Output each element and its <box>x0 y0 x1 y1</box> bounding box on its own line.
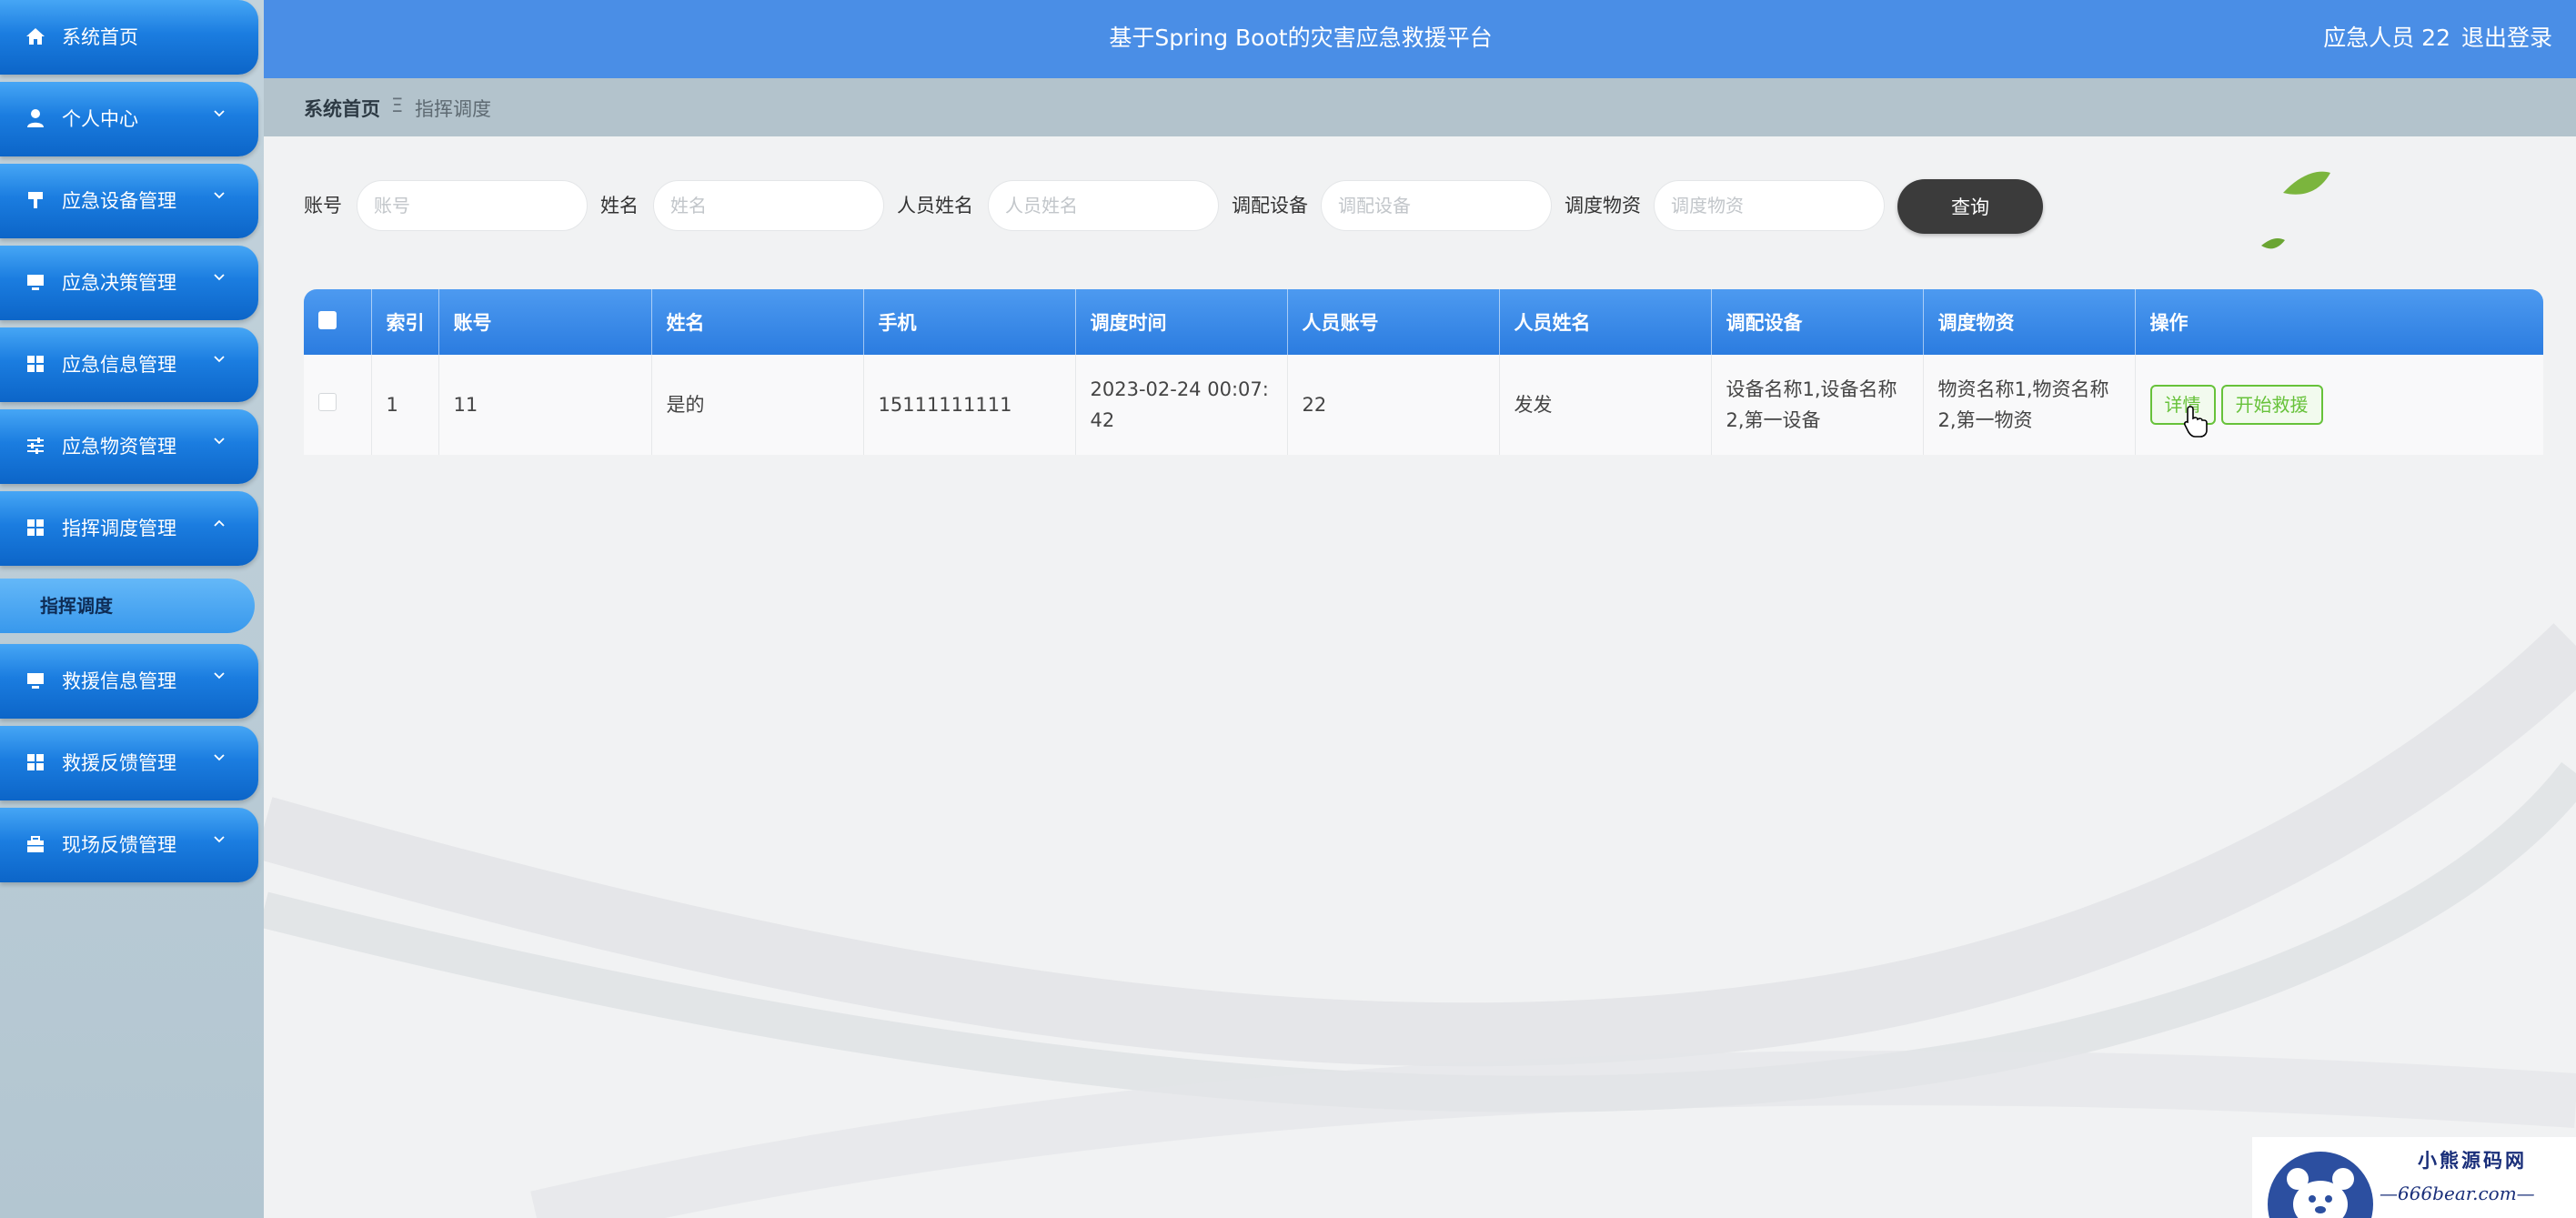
chevron-up-icon <box>214 519 225 527</box>
name-search-input[interactable] <box>653 180 884 231</box>
cell-staff-name: 发发 <box>1499 355 1712 455</box>
sidebar-item-label: 应急设备管理 <box>62 190 176 212</box>
chevron-down-icon <box>214 672 225 679</box>
sidebar-subitem-dispatch[interactable]: 指挥调度 <box>0 579 255 633</box>
sidebar-item-label: 救援信息管理 <box>62 670 176 692</box>
monitor-icon <box>27 275 44 290</box>
sidebar-item-rescue-feedback[interactable]: 救援反馈管理 <box>0 726 258 800</box>
row-select-cell[interactable] <box>304 355 372 455</box>
grid-icon <box>27 519 44 536</box>
hand-cursor-icon <box>2183 406 2208 438</box>
cell-phone: 15111111111 <box>863 355 1076 455</box>
sidebar-item-info[interactable]: 应急信息管理 <box>0 327 258 402</box>
column-header: 操作 <box>2149 312 2189 334</box>
current-user: 应急人员 22 <box>2323 25 2450 51</box>
chevron-down-icon <box>214 110 225 117</box>
sidebar-item-equipment[interactable]: 应急设备管理 <box>0 164 258 238</box>
watermark-url: —666bear.com— <box>2380 1183 2535 1204</box>
search-label-name: 姓名 <box>600 195 639 216</box>
tool-icon <box>28 192 43 208</box>
chevron-down-icon <box>214 836 225 843</box>
column-header: 账号 <box>438 289 652 355</box>
cell-account: 11 <box>438 355 652 455</box>
bear-logo-icon <box>2268 1152 2373 1218</box>
column-header: 调度时间 <box>1075 289 1288 355</box>
query-button[interactable]: 查询 <box>1897 179 2043 234</box>
chevron-down-icon <box>214 754 225 761</box>
sidebar: 系统首页 个人中心 应急设备管理 应急决策管理 应急信息管理 应急物资管理 指挥… <box>0 0 264 1218</box>
user-icon <box>27 109 44 127</box>
sidebar-item-label: 应急物资管理 <box>62 436 176 458</box>
search-label-staff-name: 人员姓名 <box>897 195 973 216</box>
sidebar-item-rescue-info[interactable]: 救援信息管理 <box>0 644 258 719</box>
watermark-name: 小熊源码网 <box>2418 1149 2527 1172</box>
top-header: 基于Spring Boot的灾害应急救援平台 应急人员 22 退出登录 <box>264 0 2576 78</box>
sidebar-item-decision[interactable]: 应急决策管理 <box>0 246 258 320</box>
home-icon <box>26 28 45 45</box>
cell-staff-account: 22 <box>1287 355 1500 455</box>
monitor-icon <box>27 673 44 689</box>
staff-name-search-input[interactable] <box>988 180 1219 231</box>
breadcrumb-home-link[interactable]: 系统首页 <box>304 95 380 122</box>
briefcase-icon <box>27 836 44 852</box>
search-label-supplies: 调度物资 <box>1565 195 1641 216</box>
cell-index: 1 <box>371 355 439 455</box>
supplies-search-input[interactable] <box>1654 180 1885 231</box>
start-rescue-button[interactable]: 开始救援 <box>2220 385 2323 425</box>
select-all-cell[interactable] <box>304 289 372 355</box>
grid-icon <box>27 356 44 372</box>
cell-time: 2023-02-24 00:07:42 <box>1075 355 1288 455</box>
search-label-account: 账号 <box>304 195 342 216</box>
account-search-input[interactable] <box>357 180 588 231</box>
sidebar-item-label: 系统首页 <box>62 26 138 48</box>
equipment-search-input[interactable] <box>1321 180 1552 231</box>
sidebar-item-label: 现场反馈管理 <box>62 834 176 856</box>
chevron-down-icon <box>214 438 225 445</box>
sidebar-item-label: 个人中心 <box>62 108 138 130</box>
cell-supplies: 物资名称1,物资名称2,第一物资 <box>1923 355 2136 455</box>
table-header-row: 索引 账号 姓名 手机 调度时间 人员账号 人员姓名 调配设备 调度物资 操作 <box>304 289 2543 355</box>
column-header: 调配设备 <box>1711 289 1924 355</box>
chevron-down-icon <box>214 192 225 199</box>
column-header: 人员姓名 <box>1499 289 1712 355</box>
breadcrumb: 系统首页 Ξ 指挥调度 <box>264 78 2576 136</box>
column-header: 姓名 <box>651 289 864 355</box>
sidebar-item-dispatch[interactable]: 指挥调度管理 <box>0 491 258 566</box>
sidebar-item-home[interactable]: 系统首页 <box>0 0 258 75</box>
chevron-down-icon <box>214 356 225 363</box>
main-content: 账号 姓名 人员姓名 调配设备 调度物资 查询 索引 账号 姓名 手机 调度时间… <box>264 136 2576 1218</box>
select-all-checkbox[interactable] <box>318 310 337 329</box>
sidebar-item-label: 应急信息管理 <box>62 354 176 376</box>
sidebar-item-label: 应急决策管理 <box>62 272 176 294</box>
breadcrumb-current: 指挥调度 <box>415 98 491 120</box>
sidebar-item-personal-center[interactable]: 个人中心 <box>0 82 258 156</box>
row-checkbox[interactable] <box>318 393 337 411</box>
column-header: 手机 <box>863 289 1076 355</box>
sidebar-item-label: 指挥调度管理 <box>62 518 176 539</box>
column-header: 人员账号 <box>1287 289 1500 355</box>
chevron-down-icon <box>214 274 225 281</box>
cell-equipment: 设备名称1,设备名称2,第一设备 <box>1711 355 1924 455</box>
cell-name: 是的 <box>651 355 864 455</box>
sliders-icon <box>27 438 44 454</box>
breadcrumb-separator: Ξ <box>391 95 404 116</box>
logout-link[interactable]: 退出登录 <box>2461 24 2552 53</box>
column-header: 调度物资 <box>1923 289 2136 355</box>
sidebar-item-site-feedback[interactable]: 现场反馈管理 <box>0 808 258 882</box>
search-label-equipment: 调配设备 <box>1232 195 1308 216</box>
column-header: 索引 <box>371 289 439 355</box>
sidebar-subitem-label: 指挥调度 <box>40 595 113 617</box>
app-title: 基于Spring Boot的灾害应急救援平台 <box>1109 25 1493 51</box>
sidebar-item-label: 救援反馈管理 <box>62 752 176 774</box>
grid-icon <box>27 754 44 770</box>
sidebar-item-supplies[interactable]: 应急物资管理 <box>0 409 258 484</box>
site-watermark: 小熊源码网 —666bear.com— <box>2252 1137 2576 1218</box>
